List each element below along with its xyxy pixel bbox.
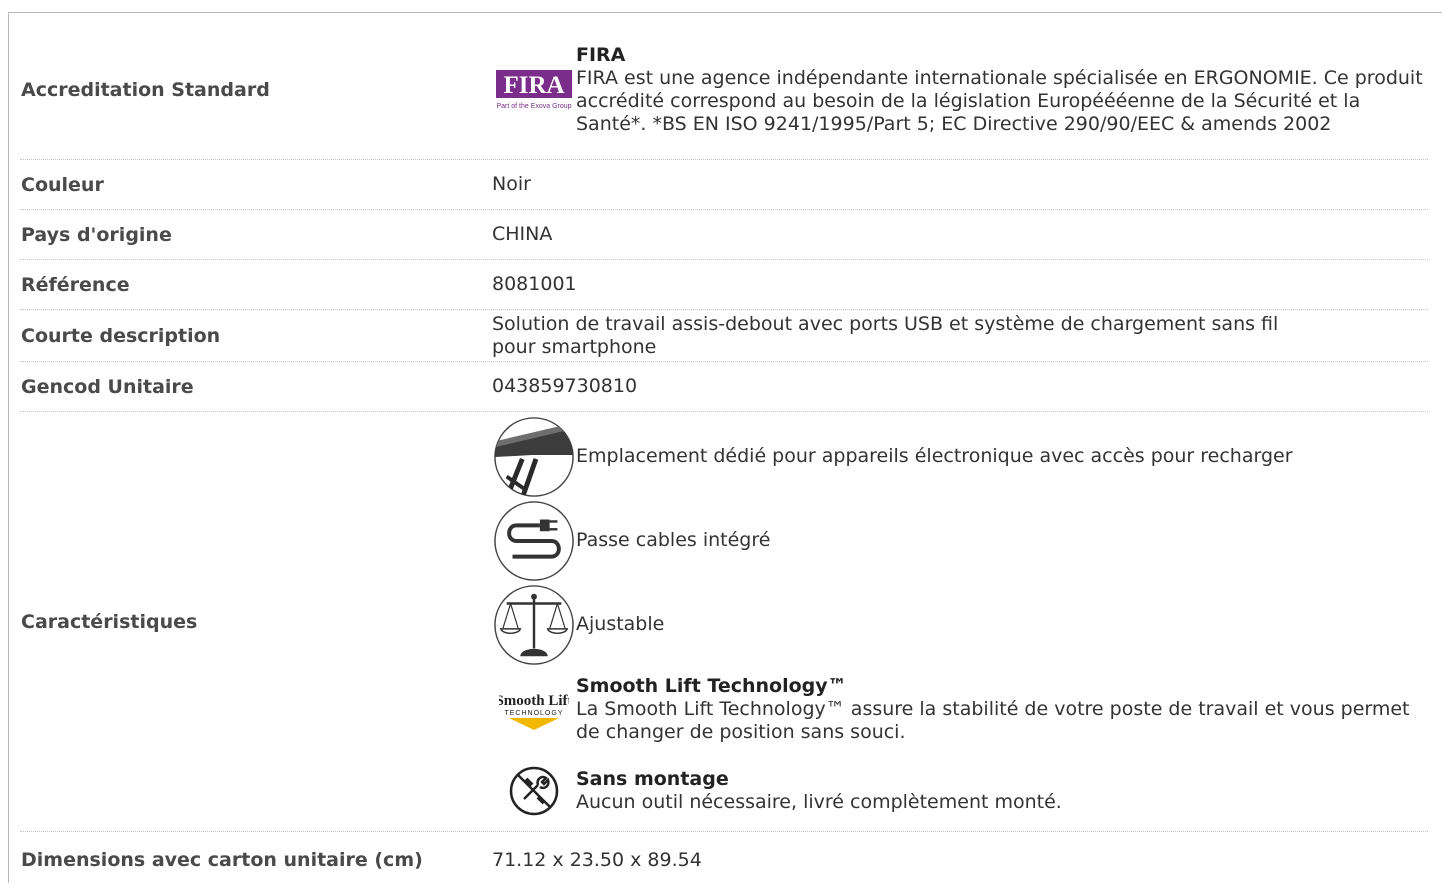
product-specs-table: Accreditation Standard FIRA Part of the … [20,20,1428,888]
spec-label: Dimensions avec carton unitaire (cm) [21,849,423,871]
spec-label: Pays d'origine [21,223,172,246]
spec-row-caracteristiques: Caractéristiques Emplacement dédié pour … [20,412,1428,832]
fira-description: FIRA est une agence indépendante interna… [576,66,1423,135]
feature-item: Emplacement dédié pour appareils électro… [492,415,1428,499]
spec-value: CHINA [492,223,553,245]
features-list: Emplacement dédié pour appareils électro… [492,415,1428,829]
spec-label: Accreditation Standard [21,78,270,101]
feature-item: Passe cables intégré [492,499,1428,583]
spec-label: Gencod Unitaire [21,375,194,398]
feature-item: Sans montage Aucun outil nécessaire, liv… [492,753,1428,829]
desk-platform-icon [492,416,576,498]
spec-value: Solution de travail assis-debout avec po… [492,312,1279,358]
svg-text:Part of the Exova Group: Part of the Exova Group [496,103,571,110]
feature-text: Aucun outil nécessaire, livré complèteme… [576,790,1062,813]
fira-logo: FIRA Part of the Exova Group [492,68,576,112]
feature-item: Smooth Lift TECHNOLOGY Smooth Lift Techn… [492,667,1428,753]
feature-text: Passe cables intégré [576,529,771,551]
spec-value: Noir [492,173,531,195]
spec-label: Couleur [21,173,104,196]
spec-value: FIRA Part of the Exova Group FIRA FIRA e… [492,44,1428,136]
spec-row-courte-description: Courte description Solution de travail a… [20,310,1428,362]
balance-scale-icon [492,584,576,666]
spec-row-reference: Référence 8081001 [20,260,1428,310]
spec-label: Caractéristiques [21,610,198,633]
feature-text: Ajustable [576,613,665,635]
svg-text:Smooth Lift: Smooth Lift [499,693,569,709]
spec-label: Courte description [21,324,221,347]
spec-row-gencod: Gencod Unitaire 043859730810 [20,362,1428,412]
svg-text:TECHNOLOGY: TECHNOLOGY [504,710,563,717]
feature-item: Ajustable [492,583,1428,667]
spec-row-dimensions: Dimensions avec carton unitaire (cm) 71.… [20,832,1428,888]
no-tools-icon [492,765,576,817]
smooth-lift-logo: Smooth Lift TECHNOLOGY [492,684,576,736]
spec-row-couleur: Couleur Noir [20,160,1428,210]
feature-title: Smooth Lift Technology™ [576,675,847,697]
svg-text:FIRA: FIRA [503,72,564,99]
spec-value: 71.12 x 23.50 x 89.54 [492,848,702,871]
spec-label: Référence [21,273,130,296]
spec-row-pays-origine: Pays d'origine CHINA [20,210,1428,260]
feature-text: La Smooth Lift Technology™ assure la sta… [576,698,1410,743]
spec-value: 043859730810 [492,375,638,397]
spec-value: 8081001 [492,273,577,295]
feature-text: Emplacement dédié pour appareils électro… [576,445,1293,467]
fira-title: FIRA [576,43,626,66]
cable-plug-icon [492,500,576,582]
spec-row-accreditation: Accreditation Standard FIRA Part of the … [20,20,1428,160]
feature-title: Sans montage [576,767,729,790]
